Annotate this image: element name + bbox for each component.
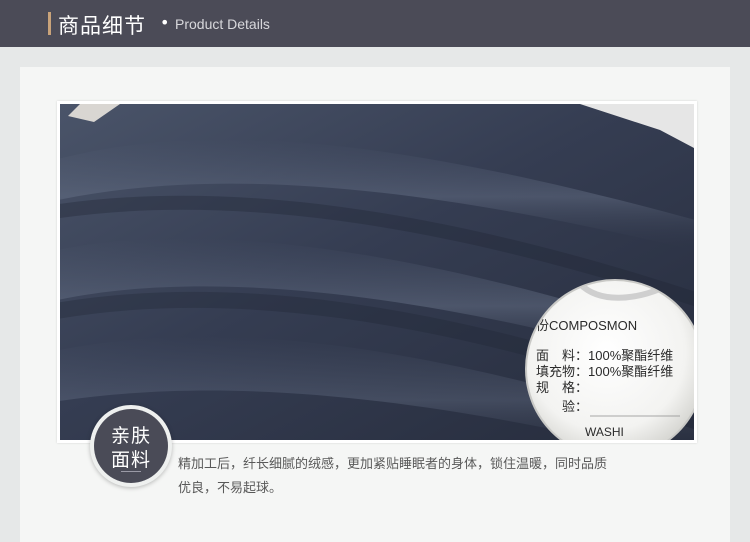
feature-badge-line-2: 面料	[110, 449, 151, 471]
label-line-1: 份COMPOSMON	[536, 318, 637, 333]
label-line-4: 规 格：	[536, 380, 588, 395]
section-subtitle: Product Details	[175, 16, 270, 32]
feature-badge: 亲肤 面料	[90, 405, 172, 487]
title-separator: •	[160, 13, 170, 32]
label-line-3: 填充物：100%聚酯纤维	[536, 364, 673, 379]
fabric-photo: 份COMPOSMON 面 料：100%聚酯纤维 填充物：100%聚酯纤维 规 格…	[57, 101, 697, 443]
header-accent-bar	[48, 12, 51, 35]
section-header: 商品细节 • Product Details	[0, 0, 750, 47]
label-line-5: 验：	[536, 399, 588, 414]
feature-badge-inner: 亲肤 面料	[94, 409, 168, 483]
label-line-2: 面 料：100%聚酯纤维	[536, 348, 673, 363]
fabric-image: 份COMPOSMON 面 料：100%聚酯纤维 填充物：100%聚酯纤维 规 格…	[60, 104, 694, 440]
feature-badge-rule	[121, 471, 141, 472]
label-line-6: WASHI	[585, 425, 624, 439]
section-title: 商品细节	[58, 14, 146, 38]
feature-description: 精加工后，纤长细腻的绒感，更加紧贴睡眠者的身体，锁住温暖，同时品质优良，不易起球…	[178, 457, 608, 496]
feature-badge-line-1: 亲肤	[110, 425, 151, 447]
detail-card: 份COMPOSMON 面 料：100%聚酯纤维 填充物：100%聚酯纤维 规 格…	[20, 67, 730, 542]
